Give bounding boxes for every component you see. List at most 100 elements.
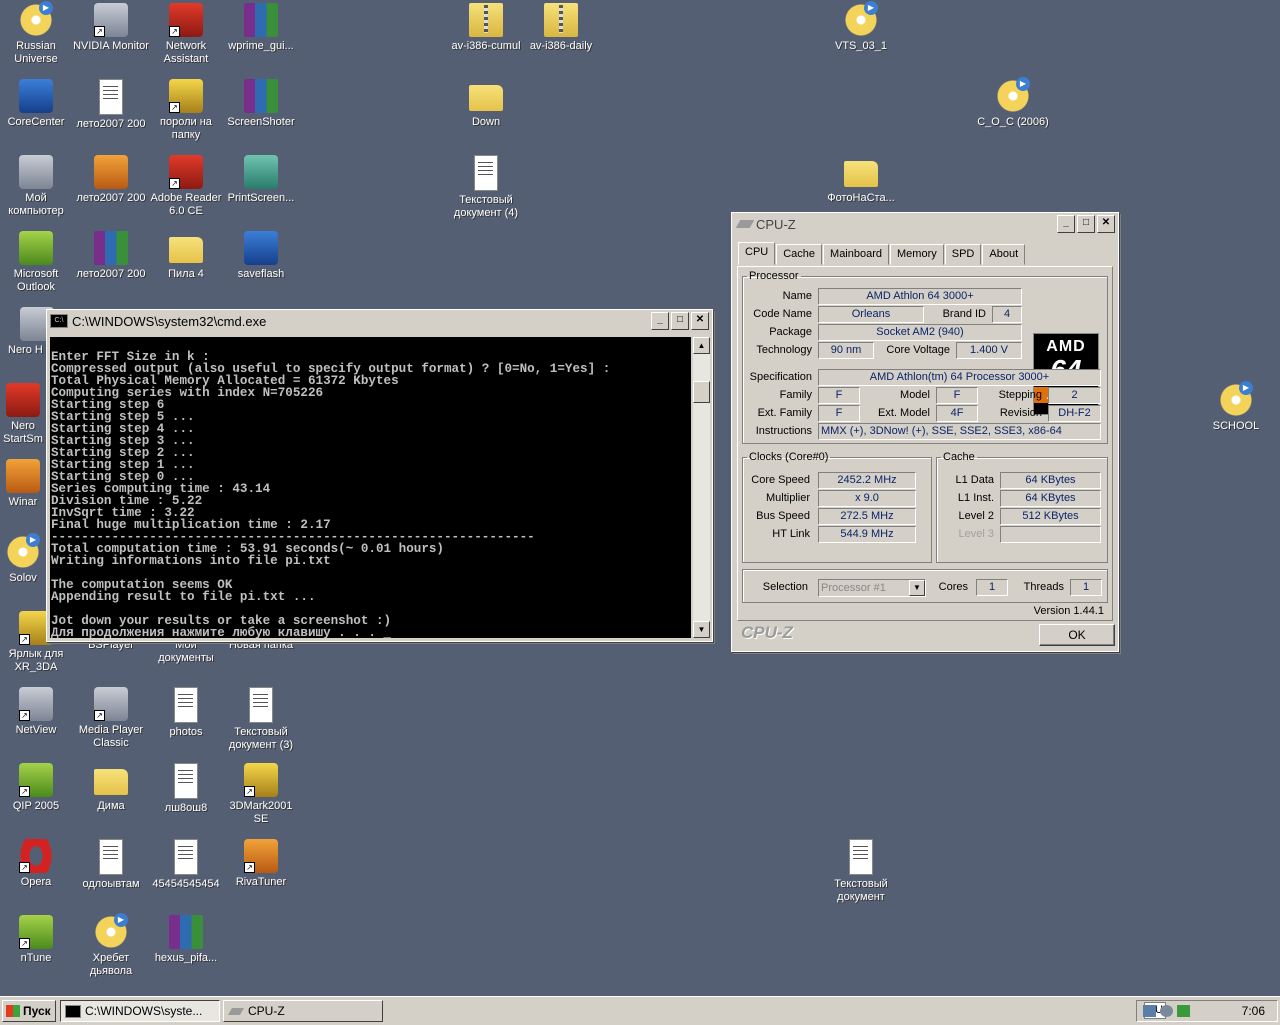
desktop-icon-poroli[interactable]: ↗ пороли на папку (148, 79, 224, 142)
close-button[interactable]: ✕ (1097, 215, 1115, 233)
tab-spd[interactable]: SPD (944, 244, 982, 265)
tab-mainboard[interactable]: Mainboard (823, 244, 890, 265)
level2-value: 512 KBytes (1000, 508, 1101, 525)
tab-cache[interactable]: Cache (776, 244, 823, 265)
chevron-down-icon[interactable]: ▼ (909, 580, 925, 596)
desktop-icon-av-cumul[interactable]: av-i386-cumul (448, 3, 524, 53)
instructions-label: Instructions (755, 425, 812, 437)
desktop-icon-nvidia-monitor[interactable]: ↗ NVIDIA Monitor (73, 3, 149, 53)
desktop-icon-photos[interactable]: photos (148, 687, 224, 739)
technology-value: 90 nm (818, 342, 874, 359)
console-output[interactable]: Enter FFT Size in k : Compressed output (… (50, 337, 691, 638)
desktop-icon-word-doc[interactable]: одлоывтам (73, 839, 149, 891)
scroll-up-icon[interactable]: ▲ (693, 337, 710, 354)
desktop-icon-printscreen[interactable]: PrintScreen... (223, 155, 299, 205)
rar-archive-icon (244, 79, 278, 113)
desktop-icon-adobe-reader[interactable]: ↗ Adobe Reader 6.0 CE (148, 155, 224, 218)
desktop-icon-dima[interactable]: Дима (73, 763, 149, 813)
cpuz-window[interactable]: CPU-Z _ □ ✕ CPU Cache Mainboard Memory S… (731, 212, 1119, 652)
clapperboard-icon: ↗ (94, 687, 128, 721)
cores-label: Cores (938, 581, 968, 593)
desktop-icon-screenshoter[interactable]: ScreenShoter (223, 79, 299, 129)
ok-button[interactable]: OK (1039, 624, 1115, 646)
desktop-icon-coc[interactable]: C_O_C (2006) (973, 77, 1053, 129)
desktop-icon-corecenter[interactable]: CoreCenter (0, 79, 74, 129)
desktop-icon-nero-startsmart[interactable]: Nero StartSm (0, 383, 48, 446)
text-document-icon (849, 839, 873, 875)
desktop-icon-hrebet[interactable]: Хребет дьявола (73, 913, 149, 978)
desktop-icon-pila4[interactable]: Пила 4 (148, 231, 224, 281)
desktop-icon-leto-2[interactable]: лето2007 200 (73, 155, 149, 205)
tab-about[interactable]: About (982, 244, 1026, 265)
technology-label: Technology (756, 344, 812, 356)
network-tray-icon[interactable] (1143, 1005, 1156, 1017)
maximize-button[interactable]: □ (1077, 215, 1095, 233)
disc-icon (1219, 381, 1253, 417)
desktop-icon-text-doc-4[interactable]: Текстовый документ (4) (448, 155, 524, 220)
security-tray-icon[interactable] (1177, 1005, 1190, 1017)
cmd-window[interactable]: C:\ C:\WINDOWS\system32\cmd.exe _ □ ✕ En… (46, 309, 713, 642)
system-tray: 7:06 (1136, 1000, 1278, 1022)
level3-label: Level 3 (958, 528, 994, 540)
start-button[interactable]: Пуск (2, 1000, 56, 1022)
desktop-icon-opera[interactable]: ↗ Opera (0, 839, 74, 889)
desktop-icon-rivatuner[interactable]: ↗ RivaTuner (223, 839, 299, 889)
taskbar-item-cmd[interactable]: C:\WINDOWS\syste... (60, 1000, 220, 1022)
desktop-icon-lsh8osh8[interactable]: лш8ош8 (148, 763, 224, 815)
multiplier-value: x 9.0 (818, 490, 916, 507)
desktop-icon-image-4545[interactable]: 45454545454 (148, 839, 224, 891)
tab-memory[interactable]: Memory (890, 244, 944, 265)
clock[interactable]: 7:06 (1242, 1004, 1265, 1018)
desktop-icon-network-assistant[interactable]: ↗ Network Assistant (148, 3, 224, 66)
monitor-icon: ↗ (94, 3, 128, 37)
extfamily-value: F (818, 405, 860, 422)
desktop-icon-leto-3[interactable]: лето2007 200 (73, 231, 149, 281)
desktop-icon-solov[interactable]: Solov (0, 533, 48, 585)
l1data-value: 64 KBytes (1000, 472, 1101, 489)
desktop-icon-leto-1[interactable]: лето2007 200 (73, 79, 149, 131)
monitor-tray-icon[interactable] (1160, 1005, 1173, 1017)
desktop-icon-text-doc[interactable]: Текстовый документ (823, 839, 899, 904)
desktop-icon-vts[interactable]: VTS_03_1 (823, 1, 899, 53)
maximize-button[interactable]: □ (671, 312, 689, 330)
desktop-icon-school[interactable]: SCHOOL (1198, 381, 1274, 433)
tab-cpu[interactable]: CPU (738, 242, 776, 265)
desktop-icon-saveflash[interactable]: saveflash (223, 231, 299, 281)
desktop-icon-text-doc-3[interactable]: Текстовый документ (3) (223, 687, 299, 752)
desktop-icon-qip[interactable]: ↗ QIP 2005 (0, 763, 74, 813)
minimize-button[interactable]: _ (1057, 215, 1075, 233)
scroll-down-icon[interactable]: ▼ (693, 621, 710, 638)
taskbar-item-cpuz[interactable]: CPU-Z (223, 1000, 383, 1022)
clocks-group: Clocks (Core#0) (742, 451, 932, 563)
desktop-icon-mpc[interactable]: ↗ Media Player Classic (73, 687, 149, 750)
cmd-titlebar[interactable]: C:\ C:\WINDOWS\system32\cmd.exe _ □ ✕ (47, 310, 712, 332)
processor-select[interactable]: Processor #1 ▼ (818, 579, 926, 597)
disc-icon (996, 77, 1030, 113)
desktop-icon-fotonasta[interactable]: ФотоНаСта... (823, 155, 899, 205)
selection-label: Selection (762, 581, 808, 593)
minimize-button[interactable]: _ (651, 312, 669, 330)
desktop-icon-down[interactable]: Down (448, 79, 524, 129)
desktop-icon-outlook[interactable]: Microsoft Outlook (0, 231, 74, 294)
desktop-icon-my-documents[interactable]: Мои документы (148, 639, 224, 665)
desktop-icon-netview[interactable]: ↗ NetView (0, 687, 74, 737)
threads-value: 1 (1070, 579, 1102, 596)
desktop-icon-russian-universe[interactable]: Russian Universe (0, 1, 74, 66)
desktop-icon-av-daily[interactable]: av-i386-daily (523, 3, 599, 53)
desktop-icon-3dmark[interactable]: ↗ 3DMark2001 SE (223, 763, 299, 826)
desktop-icon-hexus[interactable]: hexus_pifa... (148, 915, 224, 965)
desktop-icon-wprime[interactable]: wprime_gui... (223, 3, 299, 53)
level3-value (1000, 526, 1101, 543)
rar-archive-icon (94, 231, 128, 265)
desktop-icon-my-computer[interactable]: Мой компьютер (0, 155, 74, 218)
console-scrollbar[interactable]: ▲ ▼ (693, 337, 710, 638)
image-file-icon (94, 155, 128, 189)
cpuz-titlebar[interactable]: CPU-Z _ □ ✕ (732, 213, 1118, 235)
desktop-icon-winamp[interactable]: Winar (0, 459, 48, 509)
desktop-icon-ntune[interactable]: ↗ nTune (0, 915, 74, 965)
close-button[interactable]: ✕ (691, 312, 709, 330)
threads-label: Threads (1023, 581, 1064, 593)
scroll-thumb[interactable] (693, 381, 710, 403)
console-icon: C:\ (50, 314, 68, 328)
multiplier-label: Multiplier (765, 492, 810, 504)
